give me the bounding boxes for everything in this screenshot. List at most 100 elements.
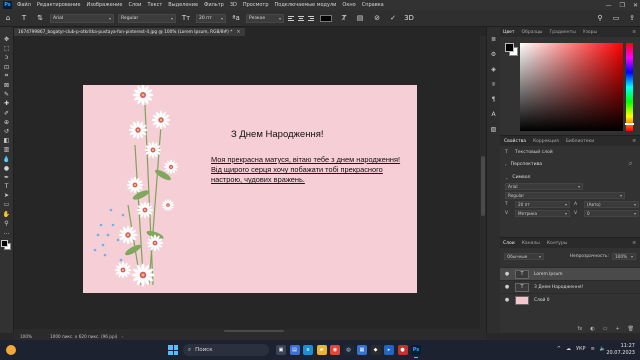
foreground-background-colors[interactable] [1,240,12,251]
tray-overflow-icon[interactable]: ^ [557,346,561,352]
taskbar-search[interactable]: ⌕ Поиск [183,344,269,356]
character-icon[interactable]: A [489,110,498,119]
commit-icon[interactable]: ✓ [388,13,398,23]
scrollbar-thumb[interactable] [224,330,284,332]
color-picker-field[interactable] [520,43,623,131]
language-indicator[interactable]: УКР [576,346,586,352]
task-view-app-icon[interactable]: ▣ [276,345,286,355]
maximize-button[interactable]: ❐ [620,2,625,9]
pen-tool-icon[interactable]: ✒ [2,173,12,182]
path-select-tool-icon[interactable]: ➤ [2,191,12,200]
edge-app-icon[interactable]: e [303,345,313,355]
glyphs-icon[interactable]: ▧ [489,125,498,134]
warp-text-icon[interactable]: Ⱦ [339,13,349,23]
blur-tool-icon[interactable]: 💧 [2,154,12,163]
props-kerning-select[interactable]: Метрика ▾ [515,210,570,217]
frame-tool-icon[interactable]: ⊠ [2,81,12,90]
close-window-button[interactable]: ✕ [633,2,638,9]
steam-app-icon[interactable]: ◎ [343,345,354,355]
align-center-button[interactable] [297,14,305,22]
menu-item[interactable]: Текст [144,2,165,8]
object-select-tool-icon[interactable]: ⊡ [2,63,12,72]
font-style-select[interactable]: Regular ▾ [118,13,176,23]
share-icon[interactable]: ⇪ [627,13,637,23]
menu-item[interactable]: Файл [14,2,34,8]
minimize-button[interactable]: — [606,2,612,9]
hue-slider[interactable] [626,43,633,131]
font-family-select[interactable]: Arial ▾ [50,13,114,23]
trash-icon[interactable]: 🗑 [628,326,634,332]
character-panel-icon[interactable]: ▤ [355,13,365,23]
close-tab-icon[interactable]: × [236,29,240,35]
tab-color[interactable]: Цвет [503,30,515,35]
props-leading-select[interactable]: (Авто) ▾ [584,201,639,208]
props-font-style-select[interactable]: Regular ▾ [505,192,625,199]
dodge-tool-icon[interactable]: ● [2,164,12,173]
eraser-tool-icon[interactable]: ◧ [2,136,12,145]
adjust-icon[interactable]: ◈ [489,65,498,74]
layer-row[interactable]: ● Слой 0 [500,293,640,306]
tab-adjustments[interactable]: Коррекция [533,139,559,144]
tab-layers[interactable]: Слои [503,241,515,246]
gradient-tool-icon[interactable]: ▥ [2,145,12,154]
document-image[interactable]: З Днем Народження! Моя прекрасна матуся,… [83,85,417,293]
app-red-app-icon[interactable]: ● [397,345,408,355]
workspace-icon[interactable]: ▭ [611,13,621,23]
panel-menu-icon[interactable]: ≡ [632,139,636,144]
font-size-select[interactable]: 20 пт ▾ [196,13,226,23]
antialias-select[interactable]: Резкое ▾ [246,13,284,23]
visibility-eye-icon[interactable]: ● [504,297,510,303]
wifi-icon[interactable]: ≋ [591,346,595,352]
layer-name[interactable]: З Днем Народження! [534,285,583,290]
foreground-color-swatch[interactable] [505,43,514,52]
chrome-app-icon[interactable]: ◉ [330,345,340,355]
text-orientation-icon[interactable]: ⇅ [35,13,45,23]
type-tool-icon[interactable]: T [19,13,29,23]
paragraph-icon[interactable]: ¶ [489,95,498,104]
layer-row[interactable]: ● T З Днем Народження! [500,280,640,293]
tab-properties[interactable]: Свойства [504,139,526,144]
mask-icon[interactable]: ◐ [590,326,594,332]
search-icon[interactable]: ⚲ [595,13,605,23]
crop-tool-icon[interactable]: ⌗ [2,72,12,81]
tab-swatches[interactable]: Образцы [522,30,543,35]
opacity-input[interactable]: 100% ▾ [612,252,636,260]
tab-patterns[interactable]: Узоры [583,30,597,35]
cancel-icon[interactable]: ⊘ [372,13,382,23]
app-blue-app-icon[interactable]: ▸ [384,345,394,355]
align-right-button[interactable] [307,14,315,22]
menu-item[interactable]: Изображение [83,2,125,8]
menu-item[interactable]: Фильтр [201,2,227,8]
canvas-area[interactable]: З Днем Народження! Моя прекрасна матуся,… [14,36,480,333]
more-tool-icon[interactable]: … [2,228,12,237]
menu-item[interactable]: Подключаемые модули [272,2,340,8]
app-dark-app-icon[interactable]: ◆ [370,345,381,355]
panel-menu-icon[interactable]: ≡ [632,30,636,35]
hand-tool-icon[interactable]: ✋ [2,210,12,219]
reset-icon[interactable]: ↺ [628,162,632,167]
files-app-icon[interactable]: ▤ [289,345,300,355]
menu-item[interactable]: Редактирование [34,2,84,8]
eyedropper-tool-icon[interactable]: ✎ [2,90,12,99]
panel-menu-icon[interactable]: ≡ [632,241,636,246]
zoom-tool-icon[interactable]: ⚲ [2,219,12,228]
menu-item[interactable]: Окно [339,2,358,8]
volume-icon[interactable]: 🔈 [600,346,606,352]
transform-section[interactable]: › Перспектива ↺ [500,160,640,169]
layer-name[interactable]: Lorem Ipsum [534,272,563,277]
healing-tool-icon[interactable]: ✚ [2,99,12,108]
menu-item[interactable]: Выделение [165,2,201,8]
foreground-color-swatch[interactable] [1,240,8,248]
props-font-family-select[interactable]: Arial ▾ [505,183,583,190]
brush-tool-icon[interactable]: ✐ [2,109,12,118]
weather-icon[interactable] [6,345,16,355]
layer-name[interactable]: Слой 0 [534,298,550,303]
group-icon[interactable]: ▭ [603,326,608,332]
system-clock[interactable]: 11:27 20.07.2023 [606,343,635,357]
chevron-right-icon[interactable]: › [121,334,123,339]
props-tracking-select[interactable]: 0 ▾ [584,210,639,217]
visibility-eye-icon[interactable]: ● [504,271,510,277]
scrollbar-thumb[interactable] [481,156,485,216]
3d-icon[interactable]: 3D [404,13,414,23]
zoom-level[interactable]: 100% [20,334,32,339]
